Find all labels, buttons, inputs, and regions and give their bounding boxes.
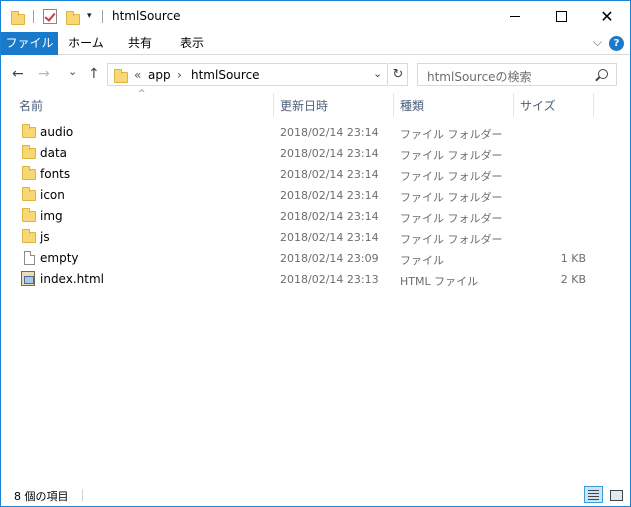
file-date: 2018/02/14 23:14 xyxy=(280,189,379,202)
folder-icon xyxy=(22,145,36,159)
list-item[interactable]: img 2018/02/14 23:14 ファイル フォルダー xyxy=(1,206,630,227)
column-header-type[interactable]: 種類 xyxy=(400,97,424,114)
file-name: js xyxy=(40,230,50,244)
tab-home[interactable]: ホーム xyxy=(61,32,111,55)
breadcrumb-item-app[interactable]: app xyxy=(148,68,171,82)
file-type: ファイル xyxy=(400,254,444,267)
help-icon[interactable]: ? xyxy=(609,36,624,51)
expand-ribbon-icon[interactable]: ⌵ xyxy=(593,35,602,50)
file-name: icon xyxy=(40,188,65,202)
file-date: 2018/02/14 23:14 xyxy=(280,210,379,223)
column-header-size[interactable]: サイズ xyxy=(520,97,556,114)
list-item[interactable]: icon 2018/02/14 23:14 ファイル フォルダー xyxy=(1,185,630,206)
details-view-icon[interactable] xyxy=(584,486,603,503)
list-item[interactable]: fonts 2018/02/14 23:14 ファイル フォルダー xyxy=(1,164,630,185)
column-header-date[interactable]: 更新日時 xyxy=(280,97,328,114)
ribbon-tabs: ファイル ホーム 共有 表示 ⌵ ? xyxy=(1,32,630,55)
file-type: ファイル フォルダー xyxy=(400,191,503,204)
file-name: empty xyxy=(40,251,79,265)
file-size: 1 KB xyxy=(560,252,586,265)
tab-share[interactable]: 共有 xyxy=(117,32,163,55)
file-date: 2018/02/14 23:09 xyxy=(280,252,379,265)
list-item[interactable]: empty 2018/02/14 23:09 ファイル 1 KB xyxy=(1,248,630,269)
file-name: img xyxy=(40,209,63,223)
file-type: ファイル フォルダー xyxy=(400,233,503,246)
quick-access-dropdown-icon[interactable]: ▾ xyxy=(87,11,92,21)
title-separator xyxy=(102,10,103,23)
minimize-button[interactable] xyxy=(492,1,538,32)
file-name: index.html xyxy=(40,272,104,286)
column-divider[interactable] xyxy=(273,93,274,117)
folder-icon xyxy=(22,166,36,180)
file-type: ファイル フォルダー xyxy=(400,170,503,183)
file-date: 2018/02/14 23:14 xyxy=(280,147,379,160)
back-button[interactable]: ← xyxy=(12,66,24,82)
breadcrumb-item-htmlsource[interactable]: htmlSource xyxy=(191,68,260,82)
search-icon[interactable] xyxy=(598,69,608,79)
file-type: ファイル フォルダー xyxy=(400,212,503,225)
file-name: fonts xyxy=(40,167,71,181)
list-item[interactable]: data 2018/02/14 23:14 ファイル フォルダー xyxy=(1,143,630,164)
folder-icon xyxy=(11,11,25,25)
column-headers: ^ 名前 更新日時 種類 サイズ xyxy=(1,89,630,117)
breadcrumb-separator[interactable]: › xyxy=(177,68,182,82)
html-file-icon xyxy=(21,271,35,286)
close-button[interactable]: ✕ xyxy=(584,1,630,32)
sort-ascending-icon: ^ xyxy=(138,89,146,99)
file-name: audio xyxy=(40,125,74,139)
status-separator xyxy=(82,489,83,501)
refresh-button[interactable]: ↻ xyxy=(389,63,408,86)
properties-check-icon[interactable] xyxy=(43,9,57,24)
file-name: data xyxy=(40,146,68,160)
new-folder-icon[interactable] xyxy=(66,11,80,25)
maximize-button[interactable] xyxy=(538,1,584,32)
folder-icon xyxy=(114,69,128,83)
column-divider[interactable] xyxy=(393,93,394,117)
address-dropdown-icon[interactable]: ⌄ xyxy=(373,67,382,80)
column-header-name[interactable]: 名前 xyxy=(19,97,43,114)
file-type: ファイル フォルダー xyxy=(400,128,503,141)
tab-file[interactable]: ファイル xyxy=(1,32,58,55)
explorer-window: ▾ htmlSource ✕ ファイル ホーム 共有 表示 ⌵ ? ← → ⌄ … xyxy=(0,0,631,507)
search-input[interactable]: htmlSourceの検索 xyxy=(417,63,617,86)
window-title: htmlSource xyxy=(112,9,181,23)
folder-icon xyxy=(22,229,36,243)
file-type: ファイル フォルダー xyxy=(400,149,503,162)
list-item[interactable]: audio 2018/02/14 23:14 ファイル フォルダー xyxy=(1,122,630,143)
forward-button[interactable]: → xyxy=(38,66,50,82)
breadcrumb-overflow[interactable]: « xyxy=(134,68,141,82)
file-date: 2018/02/14 23:14 xyxy=(280,168,379,181)
address-bar[interactable]: « app › htmlSource ⌄ xyxy=(107,63,388,86)
recent-locations-button[interactable]: ⌄ xyxy=(68,65,77,78)
column-divider[interactable] xyxy=(593,93,594,117)
title-bar: ▾ htmlSource ✕ xyxy=(1,1,630,32)
file-icon xyxy=(24,251,35,265)
navigation-bar: ← → ⌄ ↑ « app › htmlSource ⌄ ↻ htmlSourc… xyxy=(1,56,630,93)
quick-access-separator xyxy=(33,10,34,23)
up-button[interactable]: ↑ xyxy=(88,66,100,82)
large-icons-view-icon[interactable] xyxy=(606,486,625,503)
file-date: 2018/02/14 23:14 xyxy=(280,231,379,244)
file-size: 2 KB xyxy=(560,273,586,286)
status-bar: 8 個の項目 xyxy=(1,484,630,506)
search-placeholder: htmlSourceの検索 xyxy=(427,70,532,84)
file-type: HTML ファイル xyxy=(400,275,479,288)
folder-icon xyxy=(22,187,36,201)
file-date: 2018/02/14 23:14 xyxy=(280,126,379,139)
file-date: 2018/02/14 23:13 xyxy=(280,273,379,286)
list-item[interactable]: index.html 2018/02/14 23:13 HTML ファイル 2 … xyxy=(1,269,630,290)
folder-icon xyxy=(22,208,36,222)
tab-view[interactable]: 表示 xyxy=(169,32,215,55)
folder-icon xyxy=(22,124,36,138)
list-item[interactable]: js 2018/02/14 23:14 ファイル フォルダー xyxy=(1,227,630,248)
item-count: 8 個の項目 xyxy=(14,490,69,503)
column-divider[interactable] xyxy=(513,93,514,117)
